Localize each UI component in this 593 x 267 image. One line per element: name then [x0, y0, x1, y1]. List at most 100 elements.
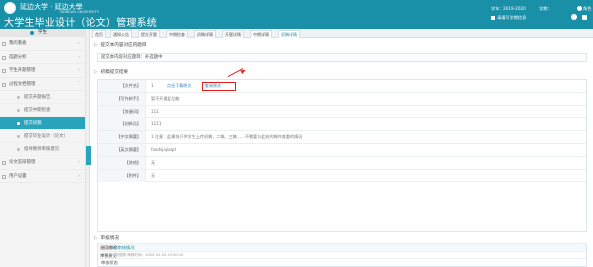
- review-section-header[interactable]: ▷ 审核情况: [94, 234, 119, 243]
- result-section-title: 初稿提交结果: [100, 70, 129, 75]
- topic-display: 提交本内容对应题目：补选题中: [97, 53, 587, 62]
- user-avatar-icon[interactable]: [571, 14, 577, 20]
- sidebar-item-process-docs[interactable]: 过程文档管理 ˇ: [0, 78, 85, 91]
- chevron-right-icon: ›: [78, 160, 80, 165]
- review-result: 退回修改: [97, 243, 587, 251]
- tab-draft-details[interactable]: 初稿详情: [194, 30, 216, 38]
- row-label: 【关键词】: [98, 105, 146, 118]
- caret-right-icon: ▷: [94, 70, 98, 75]
- topic-section-title: 提交本内容对应的题目: [100, 43, 147, 48]
- sidebar-item-dashboard[interactable]: 我的看板 ›: [0, 37, 85, 51]
- sidebar-subitem-thesis[interactable]: 提交毕业设计（论文）: [0, 130, 85, 143]
- row-value: 无: [151, 159, 156, 165]
- system-title: 大学生毕业设计（论文）管理系统: [4, 18, 157, 29]
- folder-icon: [2, 42, 6, 46]
- sidebar-subitem-label: 提交初稿: [24, 121, 42, 126]
- checkbox-icon[interactable]: [491, 16, 495, 20]
- sidebar-user: 学生: [0, 29, 85, 37]
- row-label: 【创新点】: [98, 118, 146, 131]
- sidebar-item-label: 选题分析: [9, 54, 27, 60]
- folder-icon: [2, 69, 6, 73]
- sidebar-subitem-midterm[interactable]: 提交中期检查: [0, 104, 85, 117]
- tab-home[interactable]: 首页: [92, 30, 106, 38]
- sidebar-user-label: 学生: [37, 30, 48, 35]
- user-icon: [30, 31, 34, 35]
- row-other: 【其他】无: [98, 156, 586, 170]
- year-value: 2019-2020: [503, 6, 526, 11]
- sidebar: 学生 我的看板 › 选题分析 › 学生开题管理 › 过程文档管理 ˇ 提交开题报告 提交…: [0, 29, 86, 267]
- row-abstract-en: 【英文摘要】 faadsjajiaqd: [98, 144, 586, 157]
- sidebar-subitem-advisor-opinion[interactable]: 指导教师审核意见: [0, 143, 85, 156]
- row-abstract-cn: 【中文摘要】 1 注意：此模块只供学生上传初稿，二稿、三稿……不需要与此处的稿件查…: [98, 131, 586, 144]
- tab-midterm-details[interactable]: 中期详情: [250, 30, 272, 38]
- annotation-arrowhead-icon: [240, 68, 247, 74]
- row-filename: 【文件名】 1 点击下载原文 查阅原文: [98, 80, 586, 93]
- bullet-icon: [17, 148, 20, 151]
- draft-result-form: 【文件名】 1 点击下载原文 查阅原文 【写作新手】 暂不开通此功能 【关键词】 1…: [97, 79, 587, 232]
- tab-submit-proposal[interactable]: 提交开题: [138, 30, 160, 38]
- row-value: faadsjajiaqd: [151, 147, 176, 152]
- row-keywords: 【关键词】 111: [98, 105, 586, 119]
- review-opinion-label: 审核意见: [97, 251, 587, 259]
- sidebar-subitem-label: 指导教师审核意见: [24, 147, 60, 152]
- sidebar-item-defense[interactable]: 论文答辩管理 ›: [0, 156, 85, 170]
- tab-midterm[interactable]: 中期检查: [166, 30, 188, 38]
- chevron-right-icon: ›: [78, 41, 80, 46]
- logout-icon[interactable]: [582, 15, 587, 20]
- row-value: 1111: [151, 121, 162, 127]
- role-label: 角色: [583, 6, 592, 11]
- app-header: 延边大学 · 延边大學 YANBIAN UNIVERSITY 大学生毕业设计（论…: [0, 0, 593, 29]
- topic-section-header[interactable]: ▷ 提交本内容对应的题目: [94, 41, 147, 50]
- tab-proposal-details[interactable]: 开题详情: [222, 30, 244, 38]
- row-value: 无: [151, 172, 156, 178]
- row-label: 【其他】: [98, 156, 146, 169]
- folder-icon: [2, 174, 6, 179]
- folder-icon: [2, 161, 6, 165]
- caret-right-icon: ▷: [94, 236, 98, 241]
- row-innovation: 【创新点】 1111: [98, 118, 586, 132]
- row-writing-novice: 【写作新手】 暂不开通此功能: [98, 92, 586, 106]
- year-label: 学年：: [491, 6, 504, 11]
- tab-notices[interactable]: 通知公告: [110, 30, 132, 38]
- tab-draft-details-active[interactable]: 初稿详情: [278, 30, 300, 38]
- semester-option[interactable]: 请填写学期信息: [491, 15, 526, 21]
- folder-icon: [2, 55, 6, 60]
- chevron-down-icon: ˇ: [77, 81, 80, 87]
- bullet-icon: [17, 109, 20, 112]
- sidebar-subitem-label: 提交开题报告: [24, 95, 51, 100]
- sidebar-item-label: 用户设置: [9, 173, 27, 179]
- row-attachment: 【附件】无: [98, 169, 586, 183]
- chevron-right-icon: ›: [78, 54, 80, 60]
- row-label: 【中文摘要】: [98, 131, 146, 144]
- result-section-header[interactable]: ▷ 初稿提交结果: [94, 68, 128, 77]
- sidebar-item-label: 论文答辩管理: [9, 160, 36, 165]
- sidebar-item-proposal[interactable]: 学生开题管理 ›: [0, 64, 85, 78]
- highlight-annotation-box: [202, 82, 236, 91]
- download-original-link[interactable]: 点击下载原文: [167, 83, 192, 88]
- sidebar-subitem-label: 提交中期检查: [24, 108, 51, 113]
- folder-icon: [2, 82, 6, 87]
- bullet-icon: [17, 135, 20, 138]
- bullet-icon: [17, 96, 20, 99]
- bullet-icon: [17, 122, 20, 125]
- university-logo-icon: [4, 2, 16, 14]
- sidebar-item-user-settings[interactable]: 用户设置 ›: [0, 170, 85, 183]
- row-label: 【写作新手】: [98, 92, 146, 105]
- gear-icon[interactable]: [577, 6, 582, 11]
- sidebar-item-topic-analysis[interactable]: 选题分析 ›: [0, 51, 85, 64]
- row-value: 暂不开通此功能: [151, 95, 180, 101]
- sidebar-subitem-draft[interactable]: 提交初稿: [0, 117, 85, 130]
- sidebar-subitem-proposal-report[interactable]: 提交开题报告: [0, 91, 85, 104]
- semester-option-label: 请填写学期信息: [497, 15, 527, 20]
- review-section-title: 审核情况: [100, 236, 119, 241]
- row-label: 【英文摘要】: [98, 144, 146, 156]
- sidebar-item-label: 我的看板: [9, 41, 27, 46]
- chevron-right-icon: ›: [78, 173, 80, 179]
- caret-right-icon: ▷: [94, 43, 98, 48]
- main-content: ▷ 提交本内容对应的题目 提交本内容对应题目：补选题中 ▷ 初稿提交结果 【文件名】…: [91, 39, 593, 267]
- row-label: 【文件名】: [98, 80, 146, 92]
- chevron-right-icon: ›: [78, 68, 80, 73]
- sidebar-item-label: 过程文档管理: [9, 81, 36, 87]
- header-user-panel: 学年： 2019-2020 学期： 角色 请填写学期信息: [489, 6, 593, 26]
- row-value: 111: [151, 108, 159, 114]
